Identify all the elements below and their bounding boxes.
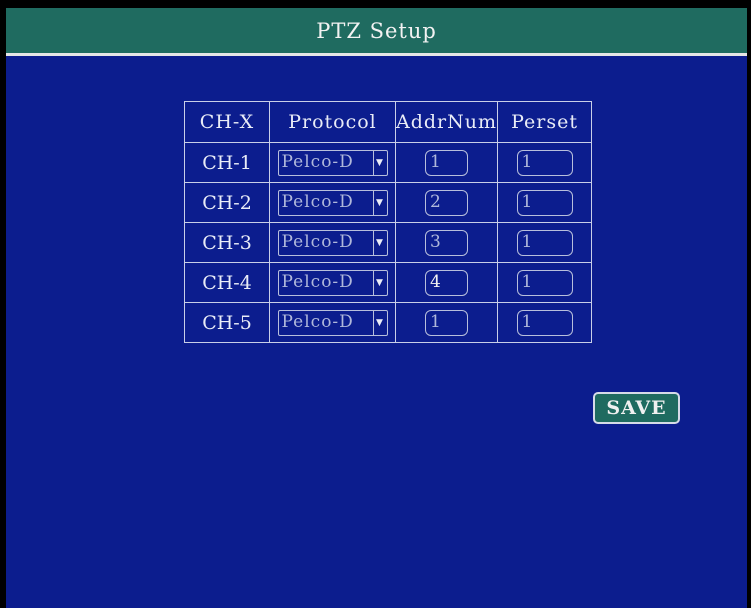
table-row: CH-1 Pelco-D ▼ 1 1 [184,142,593,183]
preset-cell: 1 [497,262,593,303]
preset-cell: 1 [497,142,593,183]
preset-input[interactable]: 1 [516,309,573,336]
channel-label: CH-3 [184,222,270,263]
address-cell: 4 [394,262,499,303]
table-row: CH-2 Pelco-D ▼ 2 1 [184,182,593,223]
chevron-down-icon[interactable]: ▼ [372,230,387,255]
page-title: PTZ Setup [316,18,437,43]
protocol-value: Pelco-D [281,271,354,292]
table-row: CH-4 Pelco-D ▼ 4 1 [184,262,593,303]
protocol-cell: Pelco-D ▼ [269,142,396,183]
table-row: CH-3 Pelco-D ▼ 3 1 [184,222,593,263]
column-header-address: AddrNum [394,101,499,143]
preset-input[interactable]: 1 [516,189,573,216]
protocol-cell: Pelco-D ▼ [269,182,396,223]
preset-cell: 1 [497,302,593,343]
address-cell: 3 [394,222,499,263]
chevron-down-icon[interactable]: ▼ [372,190,387,215]
address-cell: 2 [394,182,499,223]
column-header-preset: Perset [497,101,593,143]
channel-label: CH-1 [184,142,270,183]
address-input[interactable]: 1 [425,309,468,336]
protocol-value: Pelco-D [281,231,354,252]
address-cell: 1 [394,302,499,343]
protocol-select[interactable]: Pelco-D ▼ [277,269,388,296]
protocol-value: Pelco-D [281,151,354,172]
chevron-down-icon[interactable]: ▼ [372,270,387,295]
protocol-select[interactable]: Pelco-D ▼ [277,309,388,336]
protocol-value: Pelco-D [281,311,354,332]
preset-cell: 1 [497,222,593,263]
protocol-cell: Pelco-D ▼ [269,262,396,303]
address-input[interactable]: 3 [425,229,468,256]
protocol-select[interactable]: Pelco-D ▼ [277,229,388,256]
ptz-table: CH-X Protocol AddrNum Perset CH-1 Pelco-… [184,101,593,343]
table-header-row: CH-X Protocol AddrNum Perset [184,101,593,143]
chevron-down-icon[interactable]: ▼ [372,310,387,335]
table-row: CH-5 Pelco-D ▼ 1 1 [184,302,593,343]
protocol-select[interactable]: Pelco-D ▼ [277,189,388,216]
protocol-cell: Pelco-D ▼ [269,222,396,263]
ptz-setup-screen: PTZ Setup CH-X Protocol AddrNum Perset C… [6,8,747,608]
title-bar: PTZ Setup [6,8,747,56]
address-input[interactable]: 2 [425,189,468,216]
channel-label: CH-4 [184,262,270,303]
protocol-cell: Pelco-D ▼ [269,302,396,343]
protocol-select[interactable]: Pelco-D ▼ [277,149,388,176]
preset-input[interactable]: 1 [516,269,573,296]
protocol-value: Pelco-D [281,191,354,212]
save-button[interactable]: SAVE [593,392,680,424]
preset-input[interactable]: 1 [516,149,573,176]
address-cell: 1 [394,142,499,183]
chevron-down-icon[interactable]: ▼ [372,150,387,175]
column-header-channel: CH-X [184,101,270,143]
address-input[interactable]: 4 [425,269,468,296]
column-header-protocol: Protocol [269,101,396,143]
channel-label: CH-2 [184,182,270,223]
preset-input[interactable]: 1 [516,229,573,256]
channel-label: CH-5 [184,302,270,343]
preset-cell: 1 [497,182,593,223]
address-input[interactable]: 1 [425,149,468,176]
